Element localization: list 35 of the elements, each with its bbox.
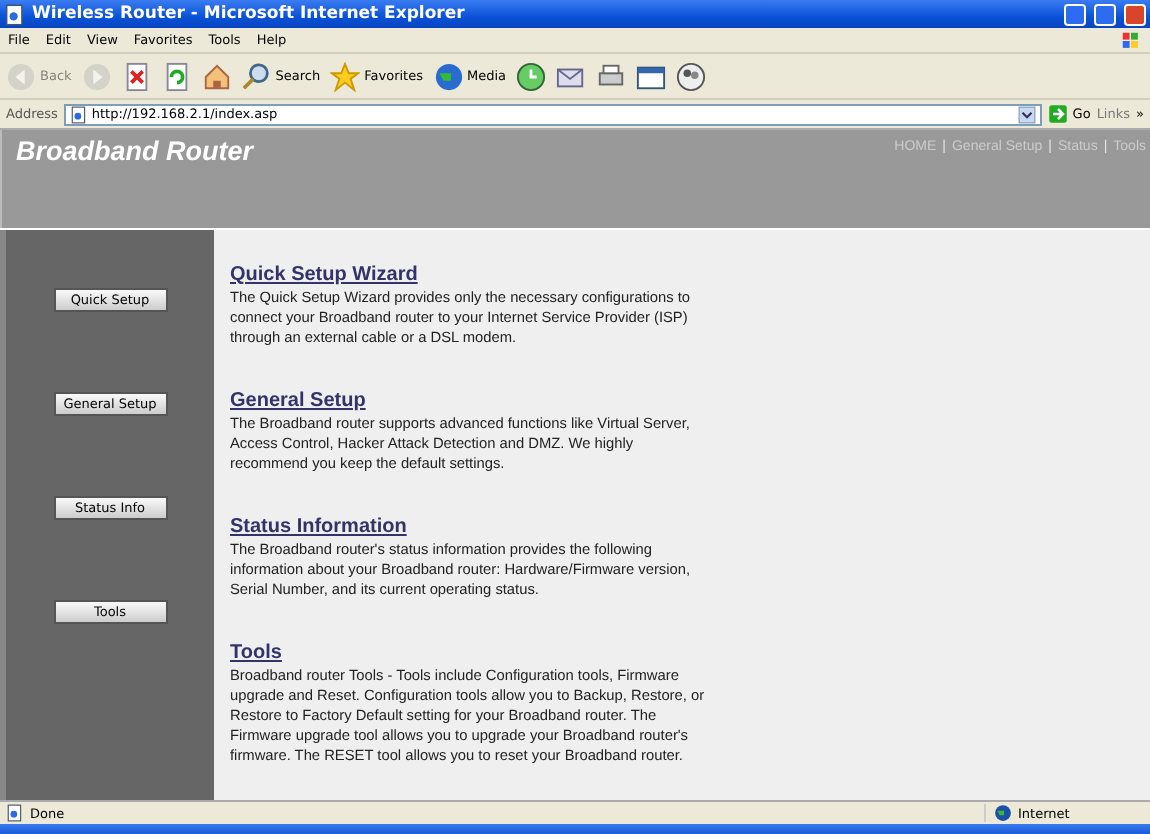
site-title: Broadband Router (16, 136, 254, 166)
stop-icon (121, 61, 152, 91)
printer-icon (596, 61, 627, 91)
section-link[interactable]: Status Information (230, 516, 407, 538)
page-icon (4, 3, 26, 25)
page-icon (69, 105, 88, 123)
minimize-button[interactable] (1064, 3, 1086, 25)
figures-icon (676, 61, 707, 91)
page-icon (6, 804, 24, 822)
home-icon (201, 61, 232, 91)
clock-icon (516, 61, 547, 91)
globe-icon (994, 804, 1012, 822)
windows-logo-icon (1120, 29, 1142, 51)
section-link[interactable]: Tools (230, 642, 282, 664)
star-icon (330, 61, 361, 91)
maximize-button[interactable] (1094, 3, 1116, 25)
home-button[interactable] (201, 61, 232, 91)
search-icon (241, 61, 272, 91)
globe-icon (433, 61, 463, 91)
arrow-right-icon (1048, 104, 1069, 124)
messenger-button[interactable] (676, 61, 707, 91)
print-button[interactable] (596, 61, 627, 91)
close-button[interactable] (1124, 3, 1146, 25)
history-button[interactable] (516, 61, 547, 91)
circle-arrow-left-icon (6, 61, 36, 91)
stop-button[interactable] (121, 61, 152, 91)
refresh-button[interactable] (161, 61, 192, 91)
edit-button[interactable] (636, 61, 667, 91)
section-link[interactable]: Quick Setup Wizard (230, 264, 418, 286)
window-icon (636, 61, 667, 91)
refresh-icon (161, 61, 192, 91)
dropdown-icon (1018, 105, 1037, 123)
circle-arrow-right-icon (81, 61, 112, 91)
window-title: Wireless Router - Microsoft Internet Explorer (32, 4, 467, 24)
section-link[interactable]: General Setup (230, 390, 366, 412)
